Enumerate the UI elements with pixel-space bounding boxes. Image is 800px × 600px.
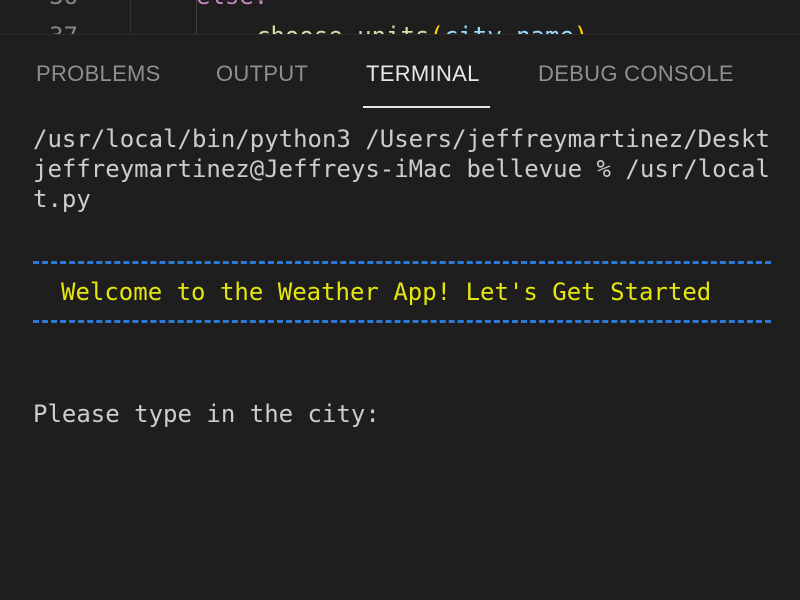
terminal-line: /usr/local/bin/python3 /Users/jeffreymar… [33,125,770,153]
welcome-message: Welcome to the Weather App! Let's Get St… [61,278,712,306]
terminal-output[interactable]: /usr/local/bin/python3 /Users/jeffreymar… [0,110,800,600]
tab-output[interactable]: OUTPUT [216,34,308,110]
line-number: 36 [0,0,78,8]
terminal-line: t.py [33,185,91,213]
tab-problems[interactable]: PROBLEMS [36,34,161,110]
code-line-36[interactable]: else: [196,0,268,8]
gutter-divider [130,0,131,34]
tab-debug-console[interactable]: DEBUG CONSOLE [538,34,734,110]
divider-rule [33,261,771,264]
vscode-window: 36 37 else: choose_units(city_name) PROB… [0,0,800,600]
active-tab-indicator [363,106,490,108]
tab-terminal[interactable]: TERMINAL [366,34,480,110]
terminal-line: jeffreymartinez@Jeffreys-iMac bellevue %… [33,155,770,183]
panel-tab-bar: PROBLEMS OUTPUT TERMINAL DEBUG CONSOLE [0,34,800,110]
code-editor[interactable]: 36 37 else: choose_units(city_name) [0,0,800,35]
city-prompt: Please type in the city: [33,400,380,428]
divider-rule [33,320,771,323]
